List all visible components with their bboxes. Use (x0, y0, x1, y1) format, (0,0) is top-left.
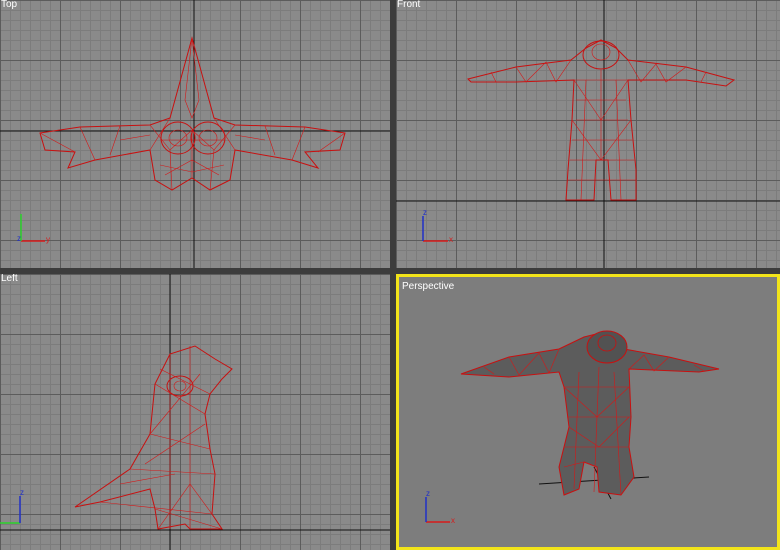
viewport-top-canvas: y z (0, 0, 390, 268)
axis-label-v: z (426, 489, 430, 498)
axis-tripod-front: x z (422, 208, 453, 244)
axis-tripod-perspective: x z (425, 489, 455, 525)
axis-tripod-left: z (0, 488, 24, 524)
character-wireframe-left[interactable] (74, 345, 233, 530)
character-shaded-perspective[interactable] (460, 330, 720, 496)
viewport-front-canvas: x z (396, 0, 780, 268)
axis-label-h: y (46, 235, 50, 244)
viewport-label[interactable]: Perspective (402, 281, 454, 293)
axis-label-h: x (451, 516, 455, 525)
viewport-top[interactable]: y z Top (0, 0, 390, 268)
viewport-label[interactable]: Top (1, 0, 17, 11)
viewport-left[interactable]: z Left (0, 274, 390, 550)
character-wireframe-top[interactable] (39, 36, 346, 191)
viewport-perspective[interactable]: x z Perspective (396, 274, 780, 550)
axis-tripod-top: y z (17, 214, 50, 244)
viewport-front[interactable]: x z Front (396, 0, 780, 268)
axis-label-v: z (423, 208, 427, 217)
viewport-perspective-canvas: x z (425, 330, 720, 525)
character-wireframe-front[interactable] (467, 39, 736, 201)
axis-label-h: x (449, 235, 453, 244)
viewport-left-canvas: z (0, 274, 390, 550)
axis-label-v: z (17, 234, 21, 243)
axis-label-v: z (20, 488, 24, 497)
viewport-label[interactable]: Left (1, 274, 18, 285)
viewport-label[interactable]: Front (397, 0, 420, 11)
